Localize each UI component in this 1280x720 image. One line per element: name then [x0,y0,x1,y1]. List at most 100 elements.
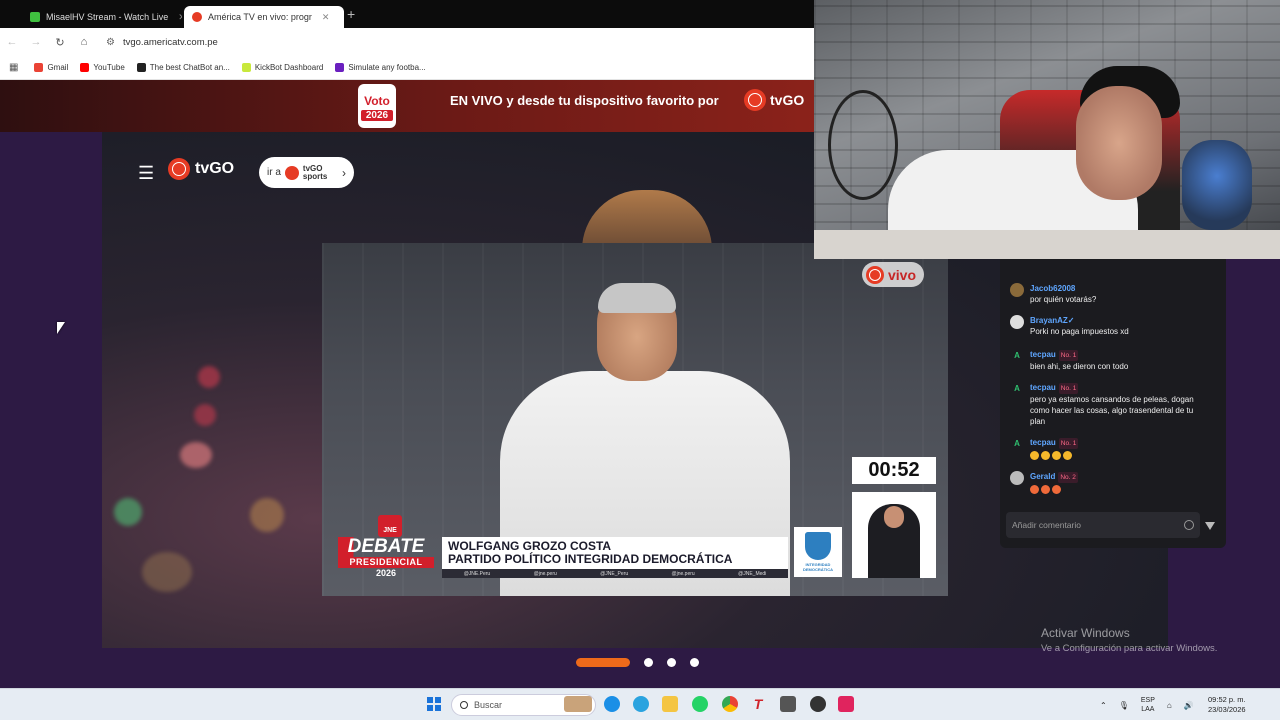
whatsapp-icon[interactable] [692,696,708,712]
typora-icon[interactable]: T [750,696,766,712]
chat-username[interactable]: Gerald [1030,472,1055,481]
avatar [1010,315,1024,329]
emoji-icon [1030,485,1039,494]
emoji-icon [1052,451,1061,460]
candidate-hair [598,283,676,313]
party-logo: INTEGRIDAD DEMOCRÁTICA [794,527,842,577]
bokeh-light [142,552,192,592]
close-icon[interactable]: ✕ [322,12,330,23]
volume-icon[interactable]: 🔊 [1184,701,1194,710]
chat-username[interactable]: Jacob62008 [1030,284,1075,293]
language-indicator[interactable]: ESP LAA [1141,696,1155,714]
go-to-tvgo-sports-button[interactable]: ir a tvGO sports › [259,157,354,188]
chat-username[interactable]: tecpau [1030,350,1056,359]
bokeh-light [250,498,284,532]
emoji-icon [1063,451,1072,460]
windows-taskbar: Buscar T ⌃ 🎙 ESP LAA ⌂ 🔊 09:52 p. m. 23/… [0,688,1280,720]
speaker-name-box: WOLFGANG GROZO COSTA PARTIDO POLÍTICO IN… [442,537,788,569]
carousel-pagination [576,658,699,667]
microphone-icon[interactable]: 🎙 [1119,701,1129,710]
search-highlight-icon[interactable] [564,696,592,712]
tiktok-icon[interactable] [838,696,854,712]
calculator-icon[interactable] [780,696,796,712]
watermark-subtitle: Ve a Configuración para activar Windows. [1041,643,1218,654]
menu-icon[interactable]: ☰ [138,164,154,182]
close-icon[interactable]: ✕ [178,12,182,23]
video-player[interactable]: vivo 00:52 JNE DEBATE PRESIDENCIAL 2026 … [322,243,948,596]
new-tab-button[interactable]: + [347,6,355,22]
chat-comment-input[interactable]: Añadir comentario [1006,512,1200,538]
tab-misaelhv-stream[interactable]: MisaelHV Stream - Watch Live ✕ [22,6,182,28]
desk-surface [814,230,1280,259]
send-icon[interactable] [1205,522,1215,530]
carousel-dot-active[interactable] [576,658,630,667]
edge-icon[interactable] [604,696,620,712]
carousel-dot[interactable] [690,658,699,667]
carousel-dot[interactable] [644,658,653,667]
clock-date: 23/03/2026 [1208,705,1246,714]
chat-message: A tecpau No. 1 [1010,437,1220,460]
chat-username[interactable]: BrayanAZ✓ [1030,316,1075,325]
chrome-icon[interactable] [722,696,738,712]
promo-banner[interactable]: Voto 2026 EN VIVO y desde tu dispositivo… [0,80,814,132]
party-logo-text: INTEGRIDAD DEMOCRÁTICA [803,562,833,572]
youtube-icon [80,63,90,72]
chevron-up-icon[interactable]: ⌃ [1100,701,1107,710]
obs-icon[interactable] [810,696,826,712]
america-tv-favicon-icon [192,12,202,22]
chat-message: Gerald No. 2 [1010,471,1220,494]
chatbot-icon [136,63,146,72]
speaker-party: PARTIDO POLÍTICO INTEGRIDAD DEMOCRÁTICA [448,552,733,566]
bookmark-simulate-football[interactable]: Simulate any footba... [335,63,426,72]
plush-toy-image [1182,140,1252,230]
rank-badge: No. 1 [1058,438,1079,449]
network-icon[interactable]: ⌂ [1167,701,1172,710]
brand-label: tvGO [195,160,235,177]
chat-username[interactable]: tecpau [1030,438,1056,447]
bookmark-label: Gmail [47,63,69,72]
chat-text: bien ahi, se dieron con todo [1030,362,1129,371]
emoji-icon [1041,485,1050,494]
emoji-picker-icon[interactable] [1184,520,1194,530]
screen: MisaelHV Stream - Watch Live ✕ América T… [0,0,1280,720]
bookmark-gmail[interactable]: Gmail [34,63,68,72]
debate-subtitle: PRESIDENCIAL [338,557,434,568]
clock-time: 09:52 p. m. [1208,695,1246,704]
chat-message: A tecpau No. 1 bien ahi, se dieron con to… [1010,349,1220,372]
file-explorer-icon[interactable] [662,696,678,712]
browser-tab-bar: MisaelHV Stream - Watch Live ✕ América T… [0,0,814,28]
football-sim-icon [335,63,345,72]
apps-grid-icon[interactable]: ▦ [9,62,18,73]
telegram-icon[interactable] [633,696,649,712]
bookmark-kickbot[interactable]: KickBot Dashboard [241,63,323,72]
emoji-icon [1052,485,1061,494]
bookmark-chatbot[interactable]: The best ChatBot an... [136,63,230,72]
home-icon[interactable]: ⌂ [72,36,96,48]
bookmark-youtube[interactable]: YouTube [80,63,125,72]
emoji-icon [1041,451,1050,460]
kickbot-icon [241,63,251,72]
tab-america-tv[interactable]: América TV en vivo: progr ✕ [184,6,344,28]
windows-start-icon[interactable] [427,697,441,711]
bookmark-label: Simulate any footba... [348,63,426,72]
tvgo-logo[interactable]: tvGO [168,158,234,180]
address-bar[interactable]: ⚙ tvgo.americatv.com.pe [106,37,218,48]
chat-message: A tecpau No. 1 pero ya estamos cansandos … [1010,382,1220,427]
goto-prefix: ir a [267,167,281,178]
emoji-row [1030,451,1078,460]
system-tray: ⌃ 🎙 ESP LAA ⌂ 🔊 [1100,689,1194,720]
search-label: Buscar [474,700,503,710]
chat-username[interactable]: tecpau [1030,383,1056,392]
site-info-icon[interactable]: ⚙ [106,37,115,48]
back-icon[interactable]: ← [0,36,24,48]
reload-icon[interactable]: ↻ [48,36,72,49]
url-text: tvgo.americatv.com.pe [122,36,218,48]
globe-icon [168,158,190,180]
taskbar-clock[interactable]: 09:52 p. m. 23/03/2026 [1208,695,1246,715]
forward-icon[interactable]: → [24,36,48,48]
goto-sub: sports [302,171,328,181]
carousel-dot[interactable] [667,658,676,667]
social-handle: @JNE_Medi [738,570,767,577]
streamer-face [1076,86,1162,200]
kick-favicon-icon [30,12,40,22]
